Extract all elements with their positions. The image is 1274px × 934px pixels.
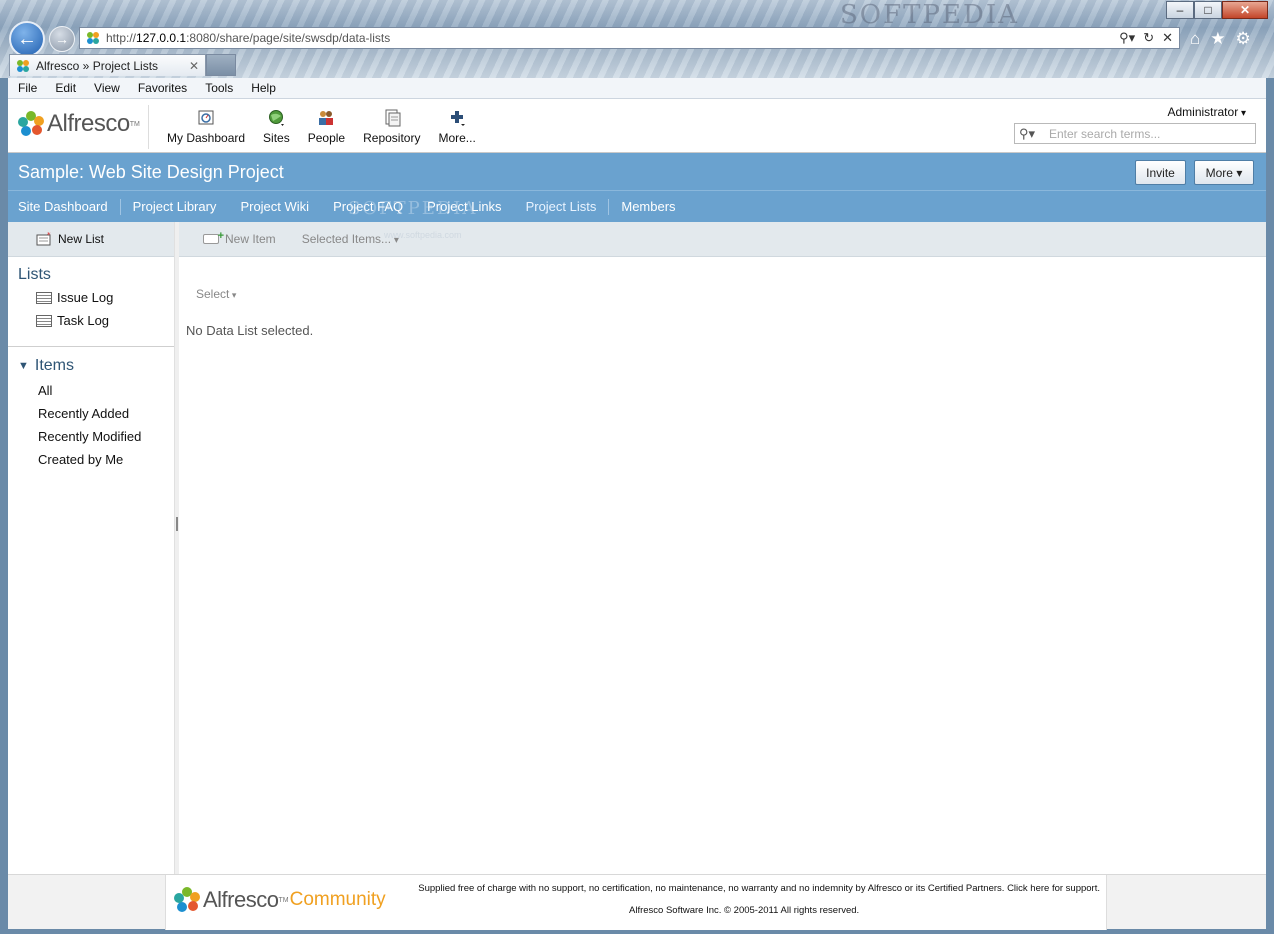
select-dropdown[interactable]: Select xyxy=(196,287,1266,301)
menu-file[interactable]: File xyxy=(18,81,37,95)
site-title-bar: Sample: Web Site Design Project Invite M… xyxy=(8,153,1266,190)
site-navigation: Site Dashboard Project Library Project W… xyxy=(8,190,1266,222)
filter-created-by-me[interactable]: Created by Me xyxy=(8,448,174,471)
filter-recently-added[interactable]: Recently Added xyxy=(8,402,174,425)
empty-message: No Data List selected. xyxy=(186,323,314,338)
menu-tools[interactable]: Tools xyxy=(205,81,233,95)
new-item-button[interactable]: New Item xyxy=(203,230,276,246)
alfresco-tab-icon xyxy=(17,59,29,72)
repository-button[interactable]: Repository xyxy=(354,109,429,145)
support-notice[interactable]: Supplied free of charge with no support,… xyxy=(418,883,1100,894)
site-title: Sample: Web Site Design Project xyxy=(18,162,284,182)
page-footer: Alfresco TM Community Supplied free of cha… xyxy=(8,874,1266,930)
browser-tab[interactable]: Alfresco » Project Lists ✕ xyxy=(9,54,206,76)
new-list-icon: * xyxy=(36,232,51,246)
lists-heading: Lists xyxy=(18,266,51,283)
nav-site-dashboard[interactable]: Site Dashboard xyxy=(8,199,120,214)
maximize-button[interactable]: □ xyxy=(1194,1,1222,19)
my-dashboard-button[interactable]: My Dashboard xyxy=(158,109,254,145)
menu-help[interactable]: Help xyxy=(251,81,276,95)
nav-members[interactable]: Members xyxy=(609,199,687,214)
address-controls: ⚲▾ ↻ ✕ xyxy=(1119,30,1179,46)
list-item-task-log[interactable]: Task Log xyxy=(8,309,174,332)
splitter-grip[interactable] xyxy=(176,517,178,531)
nav-project-library[interactable]: Project Library xyxy=(121,199,229,214)
alfresco-flower-icon xyxy=(174,887,200,912)
chevron-down-icon: ▾ xyxy=(1236,165,1243,180)
refresh-icon[interactable]: ↻ xyxy=(1143,30,1154,46)
home-icon[interactable]: ⌂ xyxy=(1190,29,1200,49)
header-divider xyxy=(148,105,149,149)
menu-bar: File Edit View Favorites Tools Help xyxy=(8,78,1266,99)
menu-edit[interactable]: Edit xyxy=(55,81,76,95)
svg-text:*: * xyxy=(47,232,51,239)
nav-project-lists[interactable]: Project Lists xyxy=(514,199,609,214)
more-apps-button[interactable]: More... xyxy=(429,109,484,145)
plus-icon xyxy=(451,111,466,126)
filter-all[interactable]: All xyxy=(8,379,174,402)
alfresco-page: Alfresco TM My Dashboard Sites People Re… xyxy=(8,99,1266,930)
search-box: ⚲▾ xyxy=(1014,123,1256,144)
trademark: TM xyxy=(129,120,140,128)
back-button[interactable]: ← xyxy=(9,21,45,57)
repository-icon xyxy=(385,109,401,127)
search-dropdown-icon[interactable]: ⚲▾ xyxy=(1119,30,1135,46)
app-nav: My Dashboard Sites People Repository Mor… xyxy=(158,109,485,145)
copyright: Alfresco Software Inc. © 2005-2011 All r… xyxy=(629,905,860,916)
close-window-button[interactable]: ✕ xyxy=(1222,1,1268,19)
nav-project-wiki[interactable]: Project Wiki xyxy=(228,199,321,214)
invite-button[interactable]: Invite xyxy=(1135,160,1186,185)
new-item-icon xyxy=(203,230,224,244)
new-list-button[interactable]: New List xyxy=(58,232,104,246)
items-heading[interactable]: ▼ Items xyxy=(18,357,174,375)
alfresco-logo[interactable]: Alfresco TM xyxy=(18,110,140,138)
alfresco-community-logo: Alfresco TM Community xyxy=(174,887,386,913)
alfresco-flower-icon xyxy=(18,111,44,136)
content-toolbar: New Item Selected Items... xyxy=(179,222,1266,257)
sidebar-divider xyxy=(8,346,174,347)
softpedia-watermark-center: SOFTPEDIA xyxy=(348,198,478,219)
site-more-button[interactable]: More ▾ xyxy=(1194,160,1254,185)
collapse-triangle-icon: ▼ xyxy=(18,360,29,372)
sidebar-toolbar: * New List xyxy=(8,222,174,257)
forward-button[interactable]: → xyxy=(49,26,75,52)
new-tab-button[interactable] xyxy=(206,54,236,76)
list-icon xyxy=(36,314,52,327)
minimize-button[interactable]: – xyxy=(1166,1,1194,19)
footer-box: Alfresco TM Community Supplied free of cha… xyxy=(165,875,1107,930)
list-item-issue-log[interactable]: Issue Log xyxy=(8,286,174,309)
people-icon xyxy=(319,111,334,125)
list-icon xyxy=(36,291,52,304)
tab-title: Alfresco » Project Lists xyxy=(36,58,159,73)
window-controls: – □ ✕ xyxy=(1166,1,1268,19)
search-icon[interactable]: ⚲▾ xyxy=(1015,126,1049,142)
dashboard-icon xyxy=(198,110,214,125)
people-button[interactable]: People xyxy=(299,109,354,145)
stop-icon[interactable]: ✕ xyxy=(1162,30,1173,46)
data-lists-sidebar: * New List Lists Issue Log Task Log ▼ Ite… xyxy=(8,222,174,874)
logo-text: Alfresco xyxy=(47,110,130,137)
softpedia-watermark: SOFTPEDIA xyxy=(840,0,1019,30)
data-list-content: New Item Selected Items... Select No Dat… xyxy=(179,222,1266,874)
menu-favorites[interactable]: Favorites xyxy=(138,81,187,95)
softpedia-url-watermark: www.softpedia.com xyxy=(384,230,462,240)
browser-chrome: SOFTPEDIA – □ ✕ ← → http://127.0.0.1:808… xyxy=(0,0,1274,78)
user-menu[interactable]: Administrator xyxy=(1168,105,1247,119)
url-text: http://127.0.0.1:8080/share/page/site/sw… xyxy=(106,31,391,45)
address-bar[interactable]: http://127.0.0.1:8080/share/page/site/sw… xyxy=(79,27,1180,49)
menu-view[interactable]: View xyxy=(94,81,120,95)
app-header: Alfresco TM My Dashboard Sites People Re… xyxy=(8,99,1266,153)
trademark: TM xyxy=(278,896,289,904)
search-input[interactable] xyxy=(1049,126,1249,141)
browser-toolbar-icons: ⌂ ★ ⚙ xyxy=(1190,29,1251,49)
favorites-star-icon[interactable]: ★ xyxy=(1210,29,1225,49)
globe-icon xyxy=(269,110,285,126)
tab-close-icon[interactable]: ✕ xyxy=(189,59,205,73)
alfresco-favicon-icon xyxy=(87,32,99,44)
sites-button[interactable]: Sites xyxy=(254,109,299,145)
settings-gear-icon[interactable]: ⚙ xyxy=(1236,29,1251,49)
filter-recently-modified[interactable]: Recently Modified xyxy=(8,425,174,448)
